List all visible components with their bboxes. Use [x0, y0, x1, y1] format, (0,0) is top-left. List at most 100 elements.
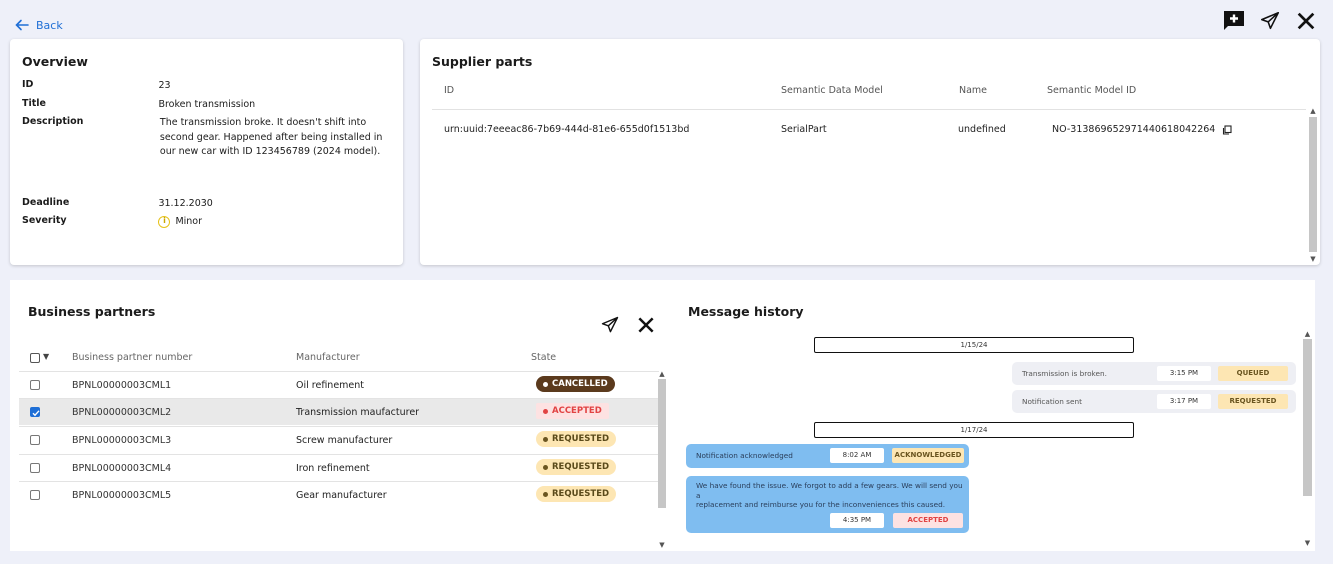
bp-manufacturer: Iron refinement: [296, 463, 370, 474]
business-partners-actions: [598, 313, 658, 337]
arrow-left-icon: [15, 19, 29, 31]
supplier-scrollbar[interactable]: ▲ ▼: [1309, 107, 1317, 265]
part-model-id-cell: NO-313869652971440618042264: [1052, 124, 1232, 135]
scroll-down-icon[interactable]: ▼: [1303, 539, 1312, 547]
add-comment-icon[interactable]: [1221, 8, 1247, 34]
description-value: The transmission broke. It doesn't shift…: [159, 117, 383, 157]
table-row[interactable]: BPNL00000003CML1 Oil refinement CANCELLE…: [19, 371, 659, 398]
severity-value-wrap: i Minor: [158, 215, 394, 230]
col-header-name[interactable]: Name: [959, 85, 987, 96]
back-label: Back: [36, 18, 63, 32]
top-actions: [1221, 8, 1319, 34]
row-checkbox[interactable]: [30, 407, 40, 417]
scroll-thumb[interactable]: [1309, 117, 1317, 252]
title-value: Broken transmission: [158, 99, 256, 110]
overview-card: Overview ID 23 Title Broken transmission…: [10, 39, 403, 265]
severity-label: Severity: [22, 215, 67, 226]
bp-number: BPNL00000003CML4: [72, 463, 172, 474]
scroll-up-icon[interactable]: ▲: [1303, 330, 1312, 338]
col-header-bp-number[interactable]: Business partner number: [72, 352, 192, 363]
send-icon[interactable]: [1257, 8, 1283, 34]
id-label: ID: [22, 79, 34, 90]
message-status-badge: ACCEPTED: [893, 513, 963, 528]
col-header-semantic-data-model[interactable]: Semantic Data Model: [781, 85, 883, 96]
scroll-up-icon[interactable]: ▲: [658, 370, 666, 378]
severity-value: Minor: [175, 216, 203, 227]
message-time: 3:15 PM: [1157, 366, 1211, 381]
status-badge: ACCEPTED: [536, 403, 609, 419]
close-icon[interactable]: [634, 313, 658, 337]
message-status-badge: REQUESTED: [1218, 394, 1288, 409]
col-header-id[interactable]: ID: [444, 85, 454, 96]
status-badge: REQUESTED: [536, 486, 617, 502]
row-checkbox[interactable]: [30, 435, 40, 445]
col-header-manufacturer[interactable]: Manufacturer: [296, 352, 360, 363]
part-model-id: NO-313869652971440618042264: [1052, 124, 1216, 135]
message-text: Transmission is broken.: [1022, 369, 1107, 378]
overview-title-row: Title Broken transmission: [22, 98, 394, 113]
title-label: Title: [22, 98, 46, 109]
header-divider: [432, 109, 1306, 110]
message-outgoing: Notification sent 3:17 PM REQUESTED: [1012, 390, 1296, 413]
message-status-badge: ACKNOWLEDGED: [892, 448, 964, 463]
supplier-parts-card: Supplier parts ID Semantic Data Model Na…: [420, 39, 1320, 265]
overview-description-row: Description The transmission broke. It d…: [22, 116, 394, 160]
scroll-down-icon[interactable]: ▼: [658, 541, 666, 549]
bp-number: BPNL00000003CML1: [72, 380, 172, 391]
select-all-checkbox[interactable]: [30, 353, 40, 363]
scroll-thumb[interactable]: [658, 379, 666, 508]
message-status-badge: QUEUED: [1218, 366, 1288, 381]
info-circle-icon: i: [158, 215, 171, 228]
back-button[interactable]: Back: [14, 17, 63, 33]
row-checkbox[interactable]: [30, 463, 40, 473]
deadline-label: Deadline: [22, 197, 70, 208]
overview-title: Overview: [22, 54, 88, 69]
close-icon[interactable]: [1293, 8, 1319, 34]
message-outgoing: Transmission is broken. 3:15 PM QUEUED: [1012, 362, 1296, 385]
part-model: SerialPart: [781, 124, 827, 135]
part-id: urn:uuid:7eeeac86-7b69-444d-81e6-655d0f1…: [444, 124, 690, 135]
message-incoming: We have found the issue. We forgot to ad…: [686, 476, 969, 533]
status-badge: REQUESTED: [536, 431, 617, 447]
business-partners-title: Business partners: [28, 304, 156, 319]
scroll-thumb[interactable]: [1303, 339, 1312, 496]
copy-icon[interactable]: [1222, 124, 1232, 135]
table-row[interactable]: BPNL00000003CML2 Transmission maufacture…: [19, 398, 659, 425]
status-badge: CANCELLED: [536, 376, 615, 392]
col-header-semantic-model-id[interactable]: Semantic Model ID: [1047, 85, 1136, 96]
row-checkbox[interactable]: [30, 380, 40, 390]
status-badge: REQUESTED: [536, 459, 617, 475]
date-separator: 1/15/24: [814, 337, 1134, 353]
col-header-state[interactable]: State: [531, 352, 556, 363]
message-incoming: Notification acknowledged 8:02 AM ACKNOW…: [686, 444, 969, 468]
message-time: 3:17 PM: [1157, 394, 1211, 409]
bp-manufacturer: Oil refinement: [296, 380, 365, 391]
scroll-up-icon[interactable]: ▲: [1309, 107, 1317, 115]
business-partners-scrollbar[interactable]: ▲ ▼: [658, 370, 666, 550]
table-row[interactable]: BPNL00000003CML4 Iron refinement REQUEST…: [19, 454, 659, 481]
message-history-scrollbar[interactable]: ▲ ▼: [1303, 330, 1312, 550]
table-row[interactable]: BPNL00000003CML5 Gear manufacturer REQUE…: [19, 481, 659, 508]
send-icon[interactable]: [598, 313, 622, 337]
scroll-down-icon[interactable]: ▼: [1309, 255, 1317, 263]
deadline-value: 31.12.2030: [158, 198, 213, 209]
row-checkbox[interactable]: [30, 490, 40, 500]
message-text: Notification sent: [1022, 397, 1082, 406]
table-row[interactable]: BPNL00000003CML3 Screw manufacturer REQU…: [19, 426, 659, 453]
part-name: undefined: [958, 124, 1006, 135]
overview-severity-row: Severity i Minor: [22, 215, 394, 230]
bp-number: BPNL00000003CML2: [72, 407, 172, 418]
message-time: 8:02 AM: [830, 448, 884, 463]
date-separator: 1/17/24: [814, 422, 1134, 438]
chevron-down-icon[interactable]: ▼: [43, 352, 49, 361]
message-text: We have found the issue. We forgot to ad…: [696, 481, 963, 509]
message-text: Notification acknowledged: [696, 451, 793, 460]
bp-number: BPNL00000003CML3: [72, 435, 172, 446]
bp-number: BPNL00000003CML5: [72, 490, 172, 501]
overview-deadline-row: Deadline 31.12.2030: [22, 197, 394, 212]
bp-manufacturer: Gear manufacturer: [296, 490, 387, 501]
message-history-title: Message history: [688, 304, 804, 319]
bp-manufacturer: Screw manufacturer: [296, 435, 393, 446]
id-value: 23: [158, 80, 171, 91]
description-label: Description: [22, 116, 84, 127]
